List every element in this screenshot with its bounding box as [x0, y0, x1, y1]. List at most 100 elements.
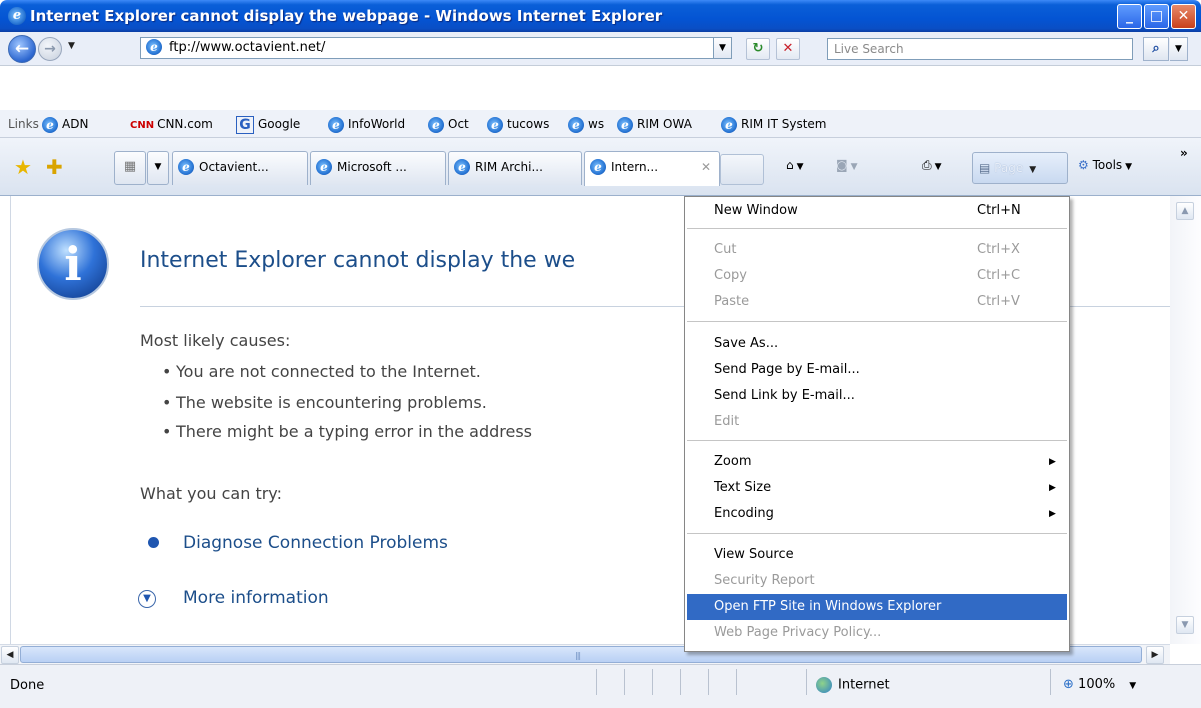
try-title: What you can try: [140, 484, 282, 503]
page-icon [146, 39, 162, 55]
scroll-left-button[interactable]: ◀ [1, 646, 19, 664]
home-button[interactable]: ⌂ ▼ [786, 158, 804, 172]
close-tab-icon[interactable]: ✕ [701, 152, 711, 182]
refresh-button[interactable]: ↻ [746, 38, 770, 60]
status-text: Done [10, 678, 45, 693]
cause-item: The website is encountering problems. [162, 393, 487, 412]
link-cnn[interactable]: CNN CNN.com [130, 115, 213, 133]
ie-page-icon [328, 116, 344, 133]
home-icon: ⌂ [786, 158, 794, 172]
cause-item: You are not connected to the Internet. [162, 362, 481, 381]
menu-item-open-ftp-site[interactable]: Open FTP Site in Windows Explorer [687, 594, 1067, 620]
menu-item-zoom[interactable]: Zoom ▶ [687, 449, 1067, 475]
printer-icon: ⎙ [922, 158, 932, 172]
search-input[interactable]: Live Search [827, 38, 1133, 60]
info-icon: i [37, 228, 109, 300]
menu-item-send-page[interactable]: Send Page by E-mail... [687, 357, 1067, 383]
zoom-icon: ⊕ [1063, 677, 1074, 692]
expand-icon[interactable]: ▼ [138, 590, 156, 608]
tab-internet-explorer[interactable]: Intern...✕ [584, 151, 720, 186]
link-adn[interactable]: ADN [42, 115, 88, 133]
title-bar: Internet Explorer cannot display the web… [0, 0, 1201, 32]
google-icon: G [236, 115, 254, 134]
menu-item-privacy-policy: Web Page Privacy Policy... [714, 625, 882, 640]
menu-item-new-window[interactable]: New Window Ctrl+N [687, 198, 1067, 224]
menu-item-copy: Copy Ctrl+C [714, 268, 1021, 283]
submenu-arrow-icon: ▶ [1049, 509, 1056, 519]
link-oct[interactable]: Oct [428, 115, 469, 133]
menu-item-encoding[interactable]: Encoding ▶ [687, 501, 1067, 527]
page-menu-button[interactable]: ▤ Page ▼ [972, 152, 1068, 184]
back-button[interactable]: ← [8, 35, 36, 63]
menu-item-paste: Paste Ctrl+V [714, 294, 1020, 309]
more-info-link[interactable]: More information [183, 588, 329, 608]
diagnose-link[interactable]: Diagnose Connection Problems [183, 533, 448, 553]
scroll-right-button[interactable]: ▶ [1146, 646, 1164, 664]
ie-page-icon [42, 116, 58, 133]
scroll-down-button[interactable]: ▼ [1176, 616, 1194, 634]
link-rim-it-system[interactable]: RIM IT System [721, 115, 826, 133]
toolbar-overflow-chevron[interactable]: » [1180, 146, 1188, 160]
link-tucows[interactable]: tucows [487, 115, 549, 133]
tools-menu-button[interactable]: ⚙ Tools ▼ [1078, 158, 1132, 172]
menu-item-text-size[interactable]: Text Size ▶ [687, 475, 1067, 501]
ie-page-icon [428, 116, 444, 133]
ie-page-icon [590, 159, 606, 175]
forward-button[interactable]: → [38, 37, 62, 61]
menu-item-view-source[interactable]: View Source [687, 542, 1067, 568]
add-to-favorites-icon[interactable]: ✚ [46, 155, 63, 179]
menu-item-security-report: Security Report [714, 573, 815, 588]
menu-item-send-link[interactable]: Send Link by E-mail... [687, 383, 1067, 409]
maximize-button[interactable]: □ [1144, 4, 1169, 29]
security-zone: Internet [816, 677, 890, 693]
window-title: Internet Explorer cannot display the web… [30, 7, 663, 25]
ie-page-icon [316, 159, 332, 175]
stop-button[interactable]: ✕ [776, 38, 800, 60]
cause-item: There might be a typing error in the add… [162, 422, 532, 441]
address-field[interactable]: ftp://www.octavient.net/ [140, 37, 714, 59]
link-ws[interactable]: ws [568, 115, 604, 133]
tab-list-dropdown[interactable]: ▼ [147, 151, 169, 185]
error-heading: Internet Explorer cannot display the we [140, 248, 576, 273]
tab-octavient[interactable]: Octavient... [172, 151, 308, 185]
tab-microsoft[interactable]: Microsoft ... [310, 151, 446, 185]
submenu-arrow-icon: ▶ [1049, 457, 1056, 467]
ie-page-icon [454, 159, 470, 175]
ie-page-icon [487, 116, 503, 133]
scroll-up-button[interactable]: ▲ [1176, 202, 1194, 220]
tab-bar: ★ ✚ ▦ ▼ Octavient... Microsoft ... RIM A… [0, 138, 1201, 196]
new-tab-button[interactable] [720, 154, 764, 185]
links-label: Links [8, 117, 39, 131]
search-icon[interactable]: ⌕ [1143, 37, 1169, 61]
close-button[interactable]: ✕ [1171, 4, 1196, 29]
zoom-level[interactable]: ⊕ 100% ▼ [1063, 677, 1136, 692]
globe-icon [816, 677, 832, 693]
print-button[interactable]: ⎙ ▼ [922, 158, 942, 173]
search-options-dropdown[interactable]: ▼ [1170, 37, 1188, 61]
navigation-bar: ← → ▼ ftp://www.octavient.net/ ▼ ↻ ✕ Liv… [0, 32, 1201, 66]
quick-tabs-button[interactable]: ▦ [114, 151, 146, 185]
menu-item-save-as[interactable]: Save As... [687, 331, 1067, 357]
address-text: ftp://www.octavient.net/ [169, 40, 326, 55]
vertical-scrollbar[interactable]: ▲ ▼ [1170, 196, 1201, 644]
submenu-arrow-icon: ▶ [1049, 483, 1056, 493]
feeds-button[interactable]: ◙ ▼ [836, 158, 858, 172]
menu-item-edit: Edit [714, 414, 740, 429]
causes-title: Most likely causes: [140, 331, 291, 350]
ie-page-icon [721, 116, 737, 133]
ie-page-icon [568, 116, 584, 133]
minimize-button[interactable]: _ [1117, 4, 1142, 29]
link-rim-owa[interactable]: RIM OWA [617, 115, 692, 133]
gear-icon: ⚙ [1078, 158, 1089, 172]
ie-page-icon [617, 116, 633, 133]
page-dropdown-menu: New Window Ctrl+N Cut Ctrl+X Copy Ctrl+C Pa… [684, 196, 1070, 652]
links-bar: Links ADN CNNCNN.com GGoogle InfoWorld O… [0, 110, 1201, 138]
link-google[interactable]: G Google [236, 115, 300, 134]
recent-pages-dropdown[interactable]: ▼ [68, 41, 75, 51]
page-icon: ▤ [979, 161, 991, 175]
ie-page-icon [178, 159, 194, 175]
tab-rim-archive[interactable]: RIM Archi... [448, 151, 582, 185]
address-dropdown[interactable]: ▼ [714, 37, 732, 59]
link-infoworld[interactable]: InfoWorld [328, 115, 405, 133]
favorites-center-icon[interactable]: ★ [14, 155, 32, 179]
